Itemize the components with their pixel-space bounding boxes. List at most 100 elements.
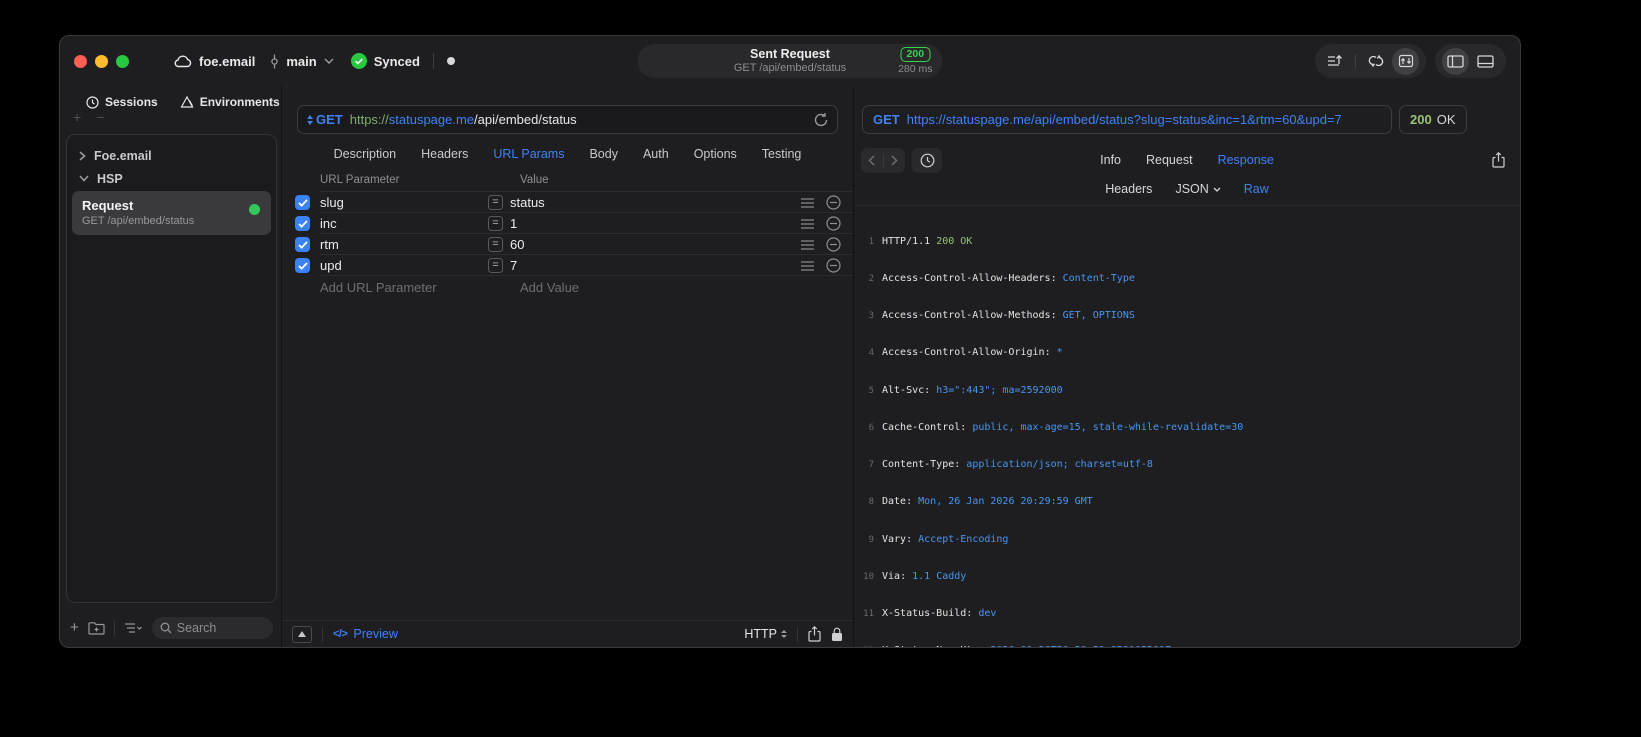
footer-divider <box>322 626 323 642</box>
tab-info[interactable]: Info <box>1100 153 1121 167</box>
tab-response[interactable]: Response <box>1218 153 1274 167</box>
view-json-dropdown[interactable]: JSON <box>1175 182 1221 196</box>
request-editor-footer: </> Preview HTTP <box>282 620 853 647</box>
tab-headers[interactable]: Headers <box>421 147 468 161</box>
search-placeholder: Search <box>176 621 217 635</box>
value-type-icon[interactable]: = <box>488 258 503 273</box>
tree-item-foe-email[interactable]: Foe.email <box>70 144 273 167</box>
value-type-icon[interactable]: = <box>488 216 503 231</box>
zoom-window-button[interactable] <box>116 54 129 68</box>
method-selector-icon[interactable] <box>307 114 313 125</box>
param-name[interactable]: upd <box>320 258 488 273</box>
remove-row-icon[interactable] <box>826 258 841 273</box>
add-session-button[interactable]: + <box>73 110 81 124</box>
share-icon[interactable] <box>808 626 821 642</box>
param-name[interactable]: slug <box>320 195 488 210</box>
remove-row-icon[interactable] <box>826 216 841 231</box>
param-name[interactable]: inc <box>320 216 488 231</box>
tree-item-hsp[interactable]: HSP <box>70 167 273 190</box>
share-icon[interactable] <box>1492 152 1505 168</box>
new-folder-icon[interactable] <box>88 621 105 635</box>
param-row: inc = 1 <box>282 213 853 234</box>
header-name: Content-Type <box>882 459 955 471</box>
session-tree-panel: Foe.email HSP Request GET /api/embed/sta… <box>66 134 277 603</box>
sessions-clock-icon <box>86 95 99 109</box>
param-checkbox[interactable] <box>295 258 310 273</box>
footer-divider <box>797 626 798 642</box>
row-options-icon[interactable] <box>801 197 814 208</box>
request-item-title: Request <box>82 198 134 213</box>
request-url-bar[interactable]: GET https://statuspage.me/api/embed/stat… <box>297 105 838 134</box>
tab-environments[interactable]: Environments <box>180 95 280 109</box>
protocol-selector[interactable]: HTTP <box>744 627 787 641</box>
clock-icon <box>920 153 934 167</box>
branch-name[interactable]: main <box>286 54 316 69</box>
view-headers[interactable]: Headers <box>1105 182 1152 196</box>
remove-session-button[interactable]: − <box>96 110 104 124</box>
request-item-subtitle: GET /api/embed/status <box>82 215 195 227</box>
tab-sessions[interactable]: Sessions <box>86 95 158 109</box>
toolbar-group-actions <box>1315 44 1426 78</box>
project-name[interactable]: foe.email <box>199 54 255 69</box>
row-options-icon[interactable] <box>801 260 814 271</box>
add-request-button[interactable]: + <box>70 620 79 635</box>
chevron-down-icon[interactable] <box>324 58 334 64</box>
sync-flow-icon[interactable] <box>1362 48 1389 75</box>
value-type-icon[interactable]: = <box>488 195 503 210</box>
tab-auth[interactable]: Auth <box>643 147 669 161</box>
header-name: X-Status-Build <box>882 608 967 619</box>
response-method: GET <box>873 112 900 127</box>
header-value: application/json; charset=utf-8 <box>966 459 1153 471</box>
search-input[interactable]: Search <box>151 617 273 639</box>
header-name: Via <box>882 570 901 582</box>
tab-request[interactable]: Request <box>1146 153 1193 167</box>
url-path: /api/embed/status <box>474 112 577 127</box>
header-name: Cache-Control <box>882 421 961 433</box>
response-raw-view[interactable]: 1 HTTP/1.1 200 OK 2 Access-Control-Allow-He… <box>854 211 1520 647</box>
param-checkbox[interactable] <box>295 237 310 252</box>
request-method[interactable]: GET <box>316 112 343 127</box>
add-param-value-placeholder[interactable]: Add Value <box>498 280 579 295</box>
remove-row-icon[interactable] <box>826 195 841 210</box>
toggle-sidebar-icon[interactable] <box>1442 47 1469 75</box>
history-clock-button[interactable] <box>912 147 942 173</box>
close-window-button[interactable] <box>74 54 87 68</box>
collapse-panel-button[interactable] <box>292 625 312 643</box>
tab-sessions-label: Sessions <box>105 95 158 109</box>
response-url-button[interactable]: GET https://statuspage.me/api/embed/stat… <box>862 105 1392 134</box>
minimize-window-button[interactable] <box>95 54 108 68</box>
chevron-right-icon <box>79 150 86 161</box>
back-icon[interactable] <box>868 154 875 166</box>
lock-icon[interactable] <box>831 627 843 642</box>
forward-icon[interactable] <box>891 154 898 166</box>
view-raw[interactable]: Raw <box>1244 182 1269 196</box>
param-value[interactable]: 1 <box>510 216 517 231</box>
refresh-icon[interactable] <box>814 112 828 127</box>
param-value[interactable]: 7 <box>510 258 517 273</box>
send-receive-icon[interactable] <box>1392 47 1419 75</box>
header-name: Access-Control-Allow-Origin <box>882 347 1045 359</box>
param-name[interactable]: rtm <box>320 237 488 252</box>
param-checkbox[interactable] <box>295 195 310 210</box>
row-options-icon[interactable] <box>801 239 814 250</box>
request-list-item-selected[interactable]: Request GET /api/embed/status <box>72 191 271 235</box>
param-value[interactable]: 60 <box>510 237 524 252</box>
tab-options[interactable]: Options <box>694 147 737 161</box>
tab-body[interactable]: Body <box>589 147 618 161</box>
preview-button[interactable]: </> Preview <box>333 627 398 641</box>
sort-options-icon[interactable] <box>124 622 143 634</box>
toggle-bottom-panel-icon[interactable] <box>1472 48 1499 75</box>
request-status-pill[interactable]: Sent Request GET /api/embed/status 200 2… <box>637 44 943 78</box>
add-param-name-placeholder[interactable]: Add URL Parameter <box>320 280 498 295</box>
row-options-icon[interactable] <box>801 218 814 229</box>
tab-description[interactable]: Description <box>334 147 397 161</box>
header-name: Access-Control-Allow-Headers <box>882 273 1051 285</box>
value-type-icon[interactable]: = <box>488 237 503 252</box>
request-editor-panel: GET https://statuspage.me/api/embed/stat… <box>282 86 854 647</box>
tab-testing[interactable]: Testing <box>762 147 802 161</box>
tab-url-params[interactable]: URL Params <box>493 147 564 161</box>
export-list-icon[interactable] <box>1322 48 1349 75</box>
param-checkbox[interactable] <box>295 216 310 231</box>
remove-row-icon[interactable] <box>826 237 841 252</box>
param-value[interactable]: status <box>510 195 545 210</box>
